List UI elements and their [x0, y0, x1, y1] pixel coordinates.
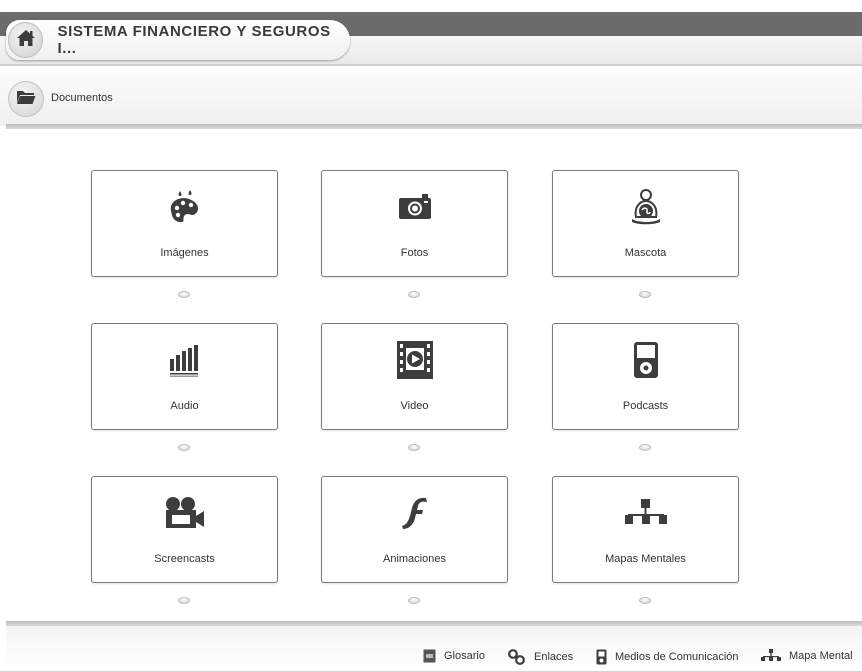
tile-fotos[interactable]: Fotos [321, 170, 508, 277]
tile-indicator [178, 597, 190, 604]
link-icon [508, 649, 526, 665]
film-play-icon [322, 340, 507, 380]
footer-link-label: Enlaces [534, 651, 574, 663]
tile-indicator [639, 291, 651, 298]
home-icon [16, 29, 36, 52]
tile-label: Screencasts [154, 553, 215, 565]
audio-bars-icon [92, 340, 277, 380]
footer-link-enlaces[interactable]: Enlaces [508, 649, 573, 665]
tile-indicator [178, 444, 190, 451]
media-player-icon [553, 340, 738, 380]
footer-link-mapa-mental[interactable]: Mapa Mental [761, 649, 853, 663]
footer-link-medios[interactable]: Medios de Comunicación [596, 649, 739, 665]
tile-mascota[interactable]: Mascota [552, 170, 739, 277]
tile-indicator [408, 444, 420, 451]
tile-video[interactable]: Video [321, 323, 508, 430]
tile-audio[interactable]: Audio [91, 323, 278, 430]
tile-indicator [639, 444, 651, 451]
tile-label: Audio [170, 400, 199, 412]
tile-indicator [178, 291, 190, 298]
breadcrumb-label: Documentos [51, 92, 113, 104]
footer-link-label: Mapa Mental [789, 650, 853, 662]
footer-link-glosario[interactable]: Glosario [423, 649, 485, 663]
tile-mapas-mentales[interactable]: Mapas Mentales [552, 476, 739, 583]
tile-screencasts[interactable]: Screencasts [91, 476, 278, 583]
folder-icon [16, 89, 36, 110]
flash-icon [322, 493, 507, 533]
tile-indicator [408, 291, 420, 298]
tile-imagenes[interactable]: Imágenes [91, 170, 278, 277]
tile-label: Mapas Mentales [605, 553, 686, 565]
tile-podcasts[interactable]: Podcasts [552, 323, 739, 430]
footer-bar: Glosario Enlaces Medios de Comunicación [6, 621, 862, 671]
tile-label: Mascota [624, 247, 667, 259]
tile-indicator [639, 597, 651, 604]
mind-map-icon [553, 493, 738, 533]
footer-divider [6, 621, 862, 626]
breadcrumb-divider [6, 124, 862, 129]
media-device-icon [596, 649, 607, 665]
palette-icon [92, 187, 277, 227]
title-tab: SISTEMA FINANCIERO Y SEGUROS I... [6, 20, 350, 60]
tile-label: Video [400, 400, 429, 412]
tile-label: Animaciones [383, 553, 446, 565]
footer-link-label: Glosario [444, 650, 485, 662]
mind-map-icon [761, 649, 781, 663]
mascot-icon [553, 187, 738, 227]
glossary-icon [423, 649, 436, 663]
documents-folder-button[interactable] [8, 81, 44, 117]
camera-icon [322, 187, 507, 227]
footer-link-label: Medios de Comunicación [615, 651, 739, 663]
home-button[interactable] [8, 22, 44, 58]
tile-animaciones[interactable]: Animaciones [321, 476, 508, 583]
app-title: SISTEMA FINANCIERO Y SEGUROS I... [57, 23, 331, 57]
video-camera-icon [92, 493, 277, 533]
breadcrumb-bar: Documentos [0, 72, 862, 129]
tile-label: Imágenes [160, 247, 209, 259]
top-header: SISTEMA FINANCIERO Y SEGUROS I... [0, 0, 862, 68]
tile-indicator [408, 597, 420, 604]
tile-label: Fotos [400, 247, 429, 259]
tile-label: Podcasts [622, 400, 669, 412]
